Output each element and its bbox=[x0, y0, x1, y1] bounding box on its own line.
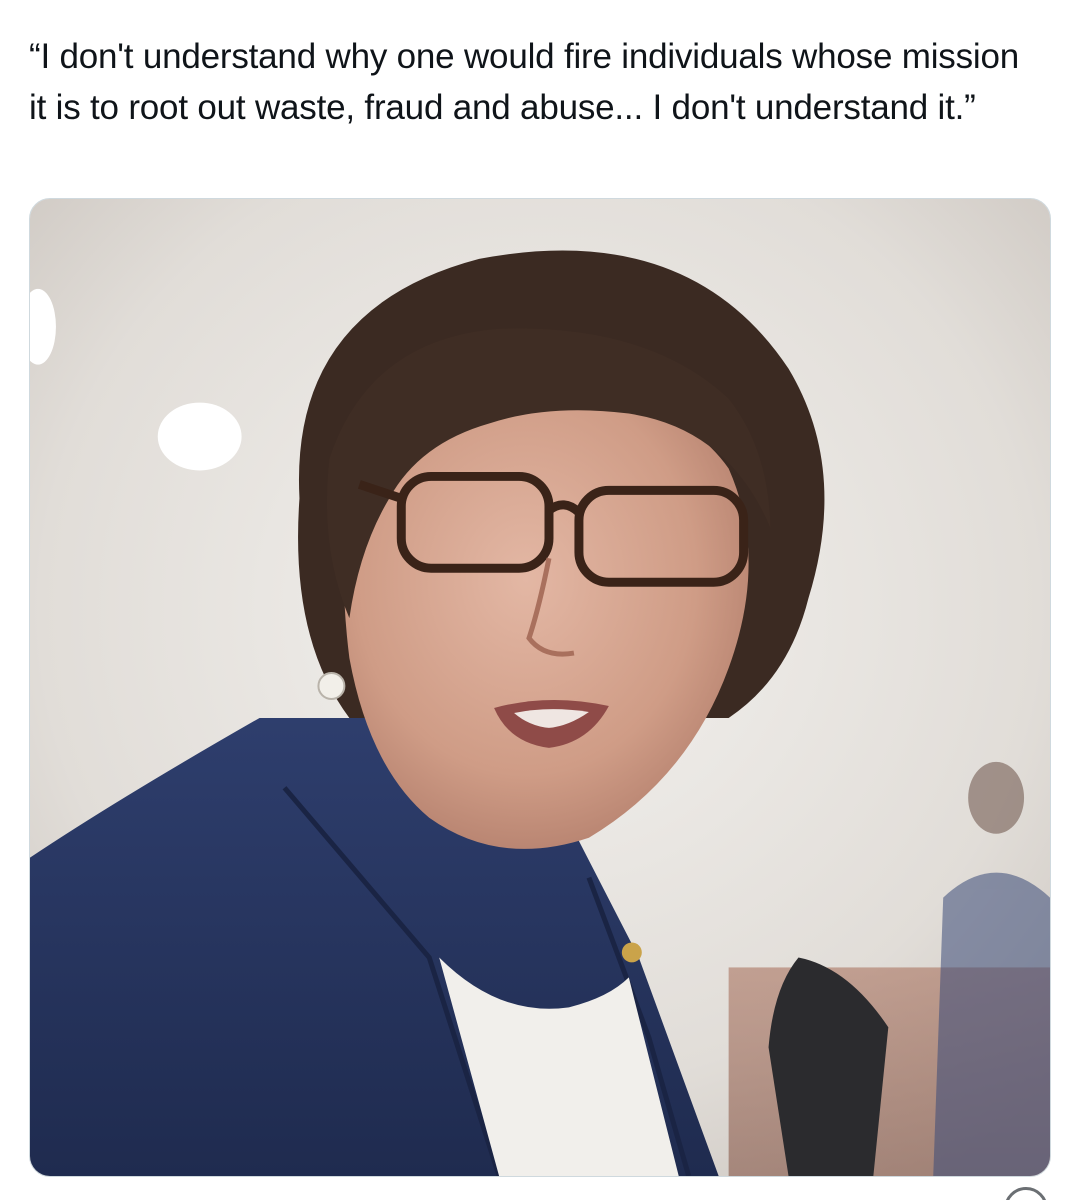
tweet-post: “I don't understand why one would fire i… bbox=[0, 0, 1071, 1200]
portrait-photo bbox=[30, 199, 1050, 1176]
portrait-photo-svg bbox=[30, 199, 1050, 1176]
tweet-text: “I don't understand why one would fire i… bbox=[29, 37, 1019, 127]
ceiling-light-1 bbox=[157, 402, 242, 471]
media-card[interactable] bbox=[29, 198, 1051, 1177]
partial-avatar-circle bbox=[1004, 1187, 1048, 1200]
lapel-pin bbox=[621, 942, 642, 963]
earring bbox=[317, 672, 346, 700]
